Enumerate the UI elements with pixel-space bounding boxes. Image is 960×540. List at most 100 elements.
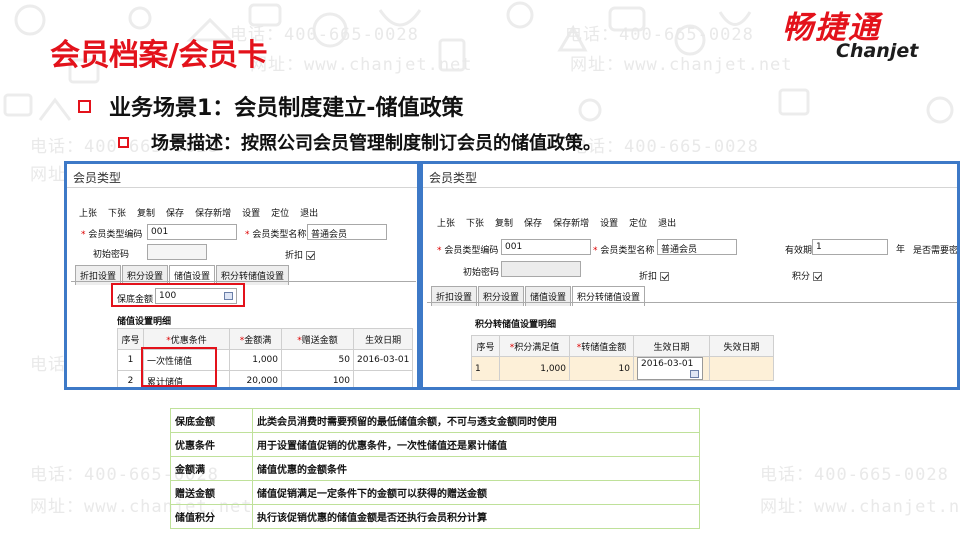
table-row[interactable]: 1 1,000 10 2016-03-01: [471, 356, 774, 381]
code-input[interactable]: 001: [501, 239, 591, 255]
toolbar: 上张 下张 复制 保存 保存新增 设置 定位 退出: [437, 216, 676, 229]
definition-cell: 用于设置储值促销的优惠条件，一次性储值还是累计储值: [252, 432, 700, 457]
term-cell: 赠送金额: [170, 480, 253, 505]
toolbar-prev-button[interactable]: 上张: [79, 206, 97, 219]
toolbar-next-button[interactable]: 下张: [108, 206, 126, 219]
watermark-site: 网址：www.chanjet.net: [250, 55, 473, 75]
password-label: 初始密码: [93, 250, 130, 260]
table-cell[interactable]: 2016-03-01: [352, 349, 414, 371]
name-label: * 会员类型名称: [593, 246, 655, 256]
tab-points[interactable]: 积分设置: [122, 265, 169, 285]
column-header: *积分满足值: [499, 335, 570, 357]
tab-stored-value[interactable]: 储值设置: [169, 265, 216, 285]
term-cell: 金额满: [170, 456, 253, 481]
column-header: 生效日期: [633, 335, 710, 357]
toolbar-next-button[interactable]: 下张: [466, 216, 484, 229]
bullet-square-icon: [118, 136, 129, 148]
table-cell[interactable]: 20,000: [229, 370, 282, 387]
password-input[interactable]: [501, 261, 581, 277]
tab-points-to-value[interactable]: 积分转储值设置: [216, 265, 290, 285]
bullet-level2-text: 场景描述：按照公司会员管理制度制订会员的储值政策。: [151, 133, 601, 154]
table-cell: 1: [117, 349, 144, 371]
points-to-value-table: 序号 *积分满足值 *转储值金额 生效日期 失效日期 1 1,000 10 20…: [471, 335, 774, 381]
table-cell[interactable]: [352, 370, 414, 387]
member-type-window-right: 会员类型 上张 下张 复制 保存 保存新增 设置 定位 退出 * 会员类型编码 …: [420, 161, 960, 390]
bullet-square-icon: [78, 99, 91, 113]
toolbar-prev-button[interactable]: 上张: [437, 216, 455, 229]
tab-discount[interactable]: 折扣设置: [431, 286, 478, 306]
name-label: * 会员类型名称: [245, 230, 307, 240]
need-password-label: 是否需要密码: [913, 246, 959, 256]
table-cell[interactable]: 50: [281, 349, 354, 371]
table-row: 储值积分 执行该促销优惠的储值金额是否还执行会员积分计算: [170, 504, 700, 529]
password-label: 初始密码: [463, 268, 500, 278]
toolbar-save-new-button[interactable]: 保存新增: [553, 216, 589, 229]
watermark-site: 网址：www.chanjet.net: [570, 55, 793, 75]
table-cell[interactable]: 2016-03-01: [633, 356, 710, 381]
toolbar-save-new-button[interactable]: 保存新增: [195, 206, 231, 219]
window-title: 会员类型: [67, 164, 417, 188]
toolbar-locate-button[interactable]: 定位: [629, 216, 647, 229]
tab-points[interactable]: 积分设置: [478, 286, 525, 306]
toolbar-settings-button[interactable]: 设置: [600, 216, 618, 229]
calendar-icon[interactable]: [690, 370, 699, 378]
code-input[interactable]: 001: [147, 224, 237, 240]
column-header: 序号: [117, 328, 144, 350]
table-cell[interactable]: 1,000: [229, 349, 282, 371]
checkbox-checked-icon[interactable]: [660, 272, 670, 281]
discount-checkbox-row[interactable]: 折扣: [639, 269, 670, 282]
toolbar-save-button[interactable]: 保存: [524, 216, 542, 229]
toolbar-settings-button[interactable]: 设置: [242, 206, 260, 219]
validity-label: 有效期: [785, 246, 813, 256]
column-header: *转储值金额: [569, 335, 634, 357]
checkbox-checked-icon[interactable]: [813, 272, 823, 281]
table-cell[interactable]: 1,000: [499, 356, 570, 381]
table-cell: 1: [471, 356, 500, 381]
tab-discount[interactable]: 折扣设置: [75, 265, 122, 285]
name-input[interactable]: 普通会员: [657, 239, 737, 255]
checkbox-checked-icon[interactable]: [306, 251, 316, 260]
term-cell: 保底金额: [170, 408, 253, 433]
bullet-level1: 业务场景1：会员制度建立-储值政策: [78, 90, 463, 122]
toolbar-copy-button[interactable]: 复制: [137, 206, 155, 219]
toolbar-exit-button[interactable]: 退出: [658, 216, 676, 229]
name-input[interactable]: 普通会员: [307, 224, 387, 240]
toolbar-copy-button[interactable]: 复制: [495, 216, 513, 229]
tab-points-to-value[interactable]: 积分转储值设置: [572, 286, 646, 306]
section-title: 积分转储值设置明细: [475, 320, 557, 330]
date-value: 2016-03-01: [641, 359, 694, 369]
watermark-site: 网址：www.chanjet.net: [760, 497, 960, 517]
tab-bar: 折扣设置 积分设置 储值设置 积分转储值设置: [431, 286, 646, 306]
table-row: 金额满 储值优惠的金额条件: [170, 456, 700, 481]
password-input[interactable]: [147, 244, 207, 260]
table-cell[interactable]: [709, 356, 774, 381]
highlight-box: [111, 283, 245, 307]
tab-stored-value[interactable]: 储值设置: [525, 286, 572, 306]
slide-title: 会员档案/会员卡: [50, 38, 267, 73]
points-checkbox-row[interactable]: 积分: [792, 269, 823, 282]
definition-cell: 储值优惠的金额条件: [252, 456, 700, 481]
definition-cell: 执行该促销优惠的储值金额是否还执行会员积分计算: [252, 504, 700, 529]
column-header: 生效日期: [352, 328, 414, 350]
window-title: 会员类型: [423, 164, 957, 188]
toolbar-exit-button[interactable]: 退出: [300, 206, 318, 219]
column-header: *金额满: [229, 328, 282, 350]
validity-input[interactable]: 1: [812, 239, 888, 255]
code-label: * 会员类型编码: [437, 246, 499, 256]
highlight-box: [141, 347, 217, 387]
watermark-phone: 电话：400-665-0028: [565, 25, 754, 45]
table-cell[interactable]: 100: [281, 370, 354, 387]
term-cell: 优惠条件: [170, 432, 253, 457]
watermark-phone: 电话：400-665-0028: [760, 465, 949, 485]
discount-checkbox-row[interactable]: 折扣: [285, 248, 316, 261]
column-header: *赠送金额: [281, 328, 354, 350]
tab-bar: 折扣设置 积分设置 储值设置 积分转储值设置: [75, 265, 290, 285]
field-description-table: 保底金额 此类会员消费时需要预留的最低储值余额，不可与透支金额同时使用 优惠条件用…: [170, 408, 700, 529]
toolbar-save-button[interactable]: 保存: [166, 206, 184, 219]
table-row: 赠送金额 储值促销满足一定条件下的金额可以获得的赠送金额: [170, 480, 700, 505]
table-cell[interactable]: 10: [569, 356, 634, 381]
table-cell: 2: [117, 370, 144, 387]
bullet-level2: 场景描述：按照公司会员管理制度制订会员的储值政策。: [118, 129, 601, 155]
bullet-level1-text: 业务场景1：会员制度建立-储值政策: [109, 96, 464, 121]
toolbar-locate-button[interactable]: 定位: [271, 206, 289, 219]
